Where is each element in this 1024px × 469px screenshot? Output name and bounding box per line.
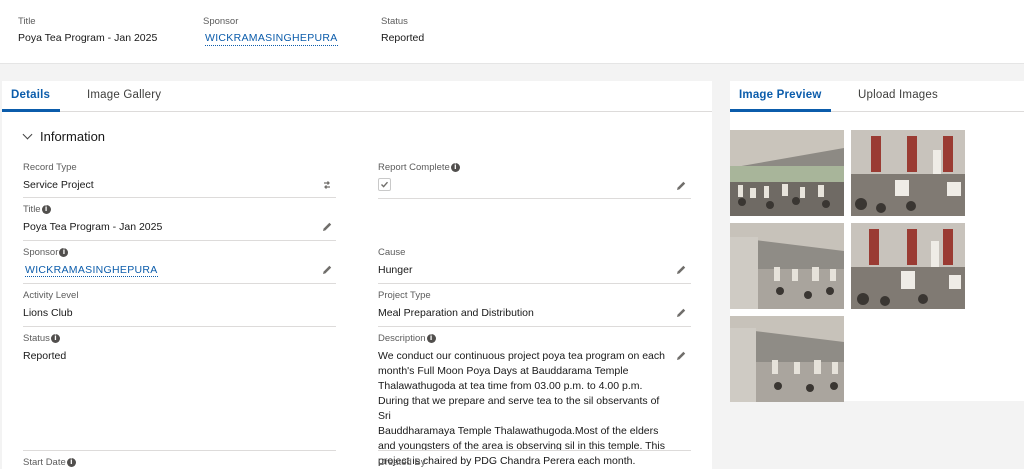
header-title-label: Title xyxy=(18,16,36,27)
image-tabs: Image Preview Upload Images xyxy=(730,81,1024,112)
pencil-icon[interactable] xyxy=(675,180,687,192)
field-status: Status i Reported xyxy=(23,332,336,451)
activity-level-value: Lions Club xyxy=(23,307,73,319)
pencil-icon[interactable] xyxy=(675,264,687,276)
tab-image-gallery[interactable]: Image Gallery xyxy=(87,89,161,101)
gallery-image-5[interactable] xyxy=(730,316,844,402)
activity-level-label: Activity Level xyxy=(23,289,79,301)
switch-icon[interactable] xyxy=(321,179,333,191)
gallery-image-2[interactable] xyxy=(851,130,965,216)
check-icon xyxy=(381,181,389,188)
header-status-value: Reported xyxy=(381,32,425,44)
pencil-icon[interactable] xyxy=(321,264,333,276)
info-icon[interactable]: i xyxy=(41,204,51,214)
header-status-field: Status Reported xyxy=(381,16,424,44)
record-type-value: Service Project xyxy=(23,179,94,191)
report-complete-checkbox[interactable] xyxy=(378,178,391,191)
info-icon[interactable]: i xyxy=(59,247,69,257)
details-panel: Details Image Gallery Information Record… xyxy=(2,81,712,469)
description-value: We conduct our continuous project poya t… xyxy=(378,350,665,467)
report-complete-label: Report Complete xyxy=(378,161,450,173)
pencil-icon[interactable] xyxy=(321,221,333,233)
gallery-image-1[interactable] xyxy=(730,130,844,216)
active-tab-indicator xyxy=(2,109,60,112)
header-title-field: Title Poya Tea Program - Jan 2025 xyxy=(18,16,157,44)
project-type-value: Meal Preparation and Distribution xyxy=(378,307,534,319)
chevron-down-icon xyxy=(22,129,33,140)
field-record-type: Record Type Service Project xyxy=(23,161,336,198)
field-title: Title i Poya Tea Program - Jan 2025 xyxy=(23,203,336,241)
field-description: Description i We conduct our continuous p… xyxy=(378,332,691,469)
project-type-label: Project Type xyxy=(378,289,431,301)
tab-details[interactable]: Details xyxy=(11,89,50,101)
header-status-label: Status xyxy=(381,16,408,27)
gallery-image-4[interactable] xyxy=(851,223,965,309)
start-date-label: Start Date xyxy=(23,456,66,468)
info-icon[interactable]: i xyxy=(426,333,436,343)
section-title: Information xyxy=(40,129,106,144)
detail-tabs: Details Image Gallery xyxy=(2,81,712,112)
info-icon[interactable]: i xyxy=(50,333,60,343)
info-icon[interactable]: i xyxy=(450,162,460,172)
created-by-label: Created By xyxy=(378,456,426,468)
pencil-icon[interactable] xyxy=(675,350,687,362)
field-created-by: Created By xyxy=(378,456,691,468)
sponsor-label: Sponsor xyxy=(23,246,59,258)
gallery-image-3[interactable] xyxy=(730,223,844,309)
field-project-type: Project Type Meal Preparation and Distri… xyxy=(378,289,691,327)
status-label: Status xyxy=(23,332,50,344)
title-value: Poya Tea Program - Jan 2025 xyxy=(23,221,163,233)
field-report-complete: Report Complete i xyxy=(378,161,691,199)
field-cause: Cause Hunger xyxy=(378,246,691,284)
record-type-label: Record Type xyxy=(23,161,77,173)
tab-upload-images[interactable]: Upload Images xyxy=(858,89,938,101)
cause-label: Cause xyxy=(378,246,406,258)
header-sponsor-link[interactable]: WICKRAMASINGHEPURA xyxy=(205,32,338,46)
pencil-icon[interactable] xyxy=(675,307,687,319)
sponsor-link[interactable]: WICKRAMASINGHEPURA xyxy=(25,264,158,277)
header-sponsor-label: Sponsor xyxy=(203,16,239,27)
header-title-value: Poya Tea Program - Jan 2025 xyxy=(18,32,158,44)
cause-value: Hunger xyxy=(378,264,413,276)
info-icon[interactable]: i xyxy=(66,457,76,467)
section-toggle-information[interactable]: Information xyxy=(22,129,105,144)
active-tab-indicator xyxy=(730,109,831,112)
image-panel: Image Preview Upload Images xyxy=(730,81,1024,402)
record-header: Title Poya Tea Program - Jan 2025 Sponso… xyxy=(0,0,1024,64)
field-activity-level: Activity Level Lions Club xyxy=(23,289,336,327)
field-start-date: Start Date i xyxy=(23,456,336,468)
header-sponsor-field: Sponsor WICKRAMASINGHEPURA xyxy=(203,16,338,46)
tab-image-preview[interactable]: Image Preview xyxy=(739,89,822,101)
field-sponsor: Sponsor i WICKRAMASINGHEPURA xyxy=(23,246,336,284)
description-label: Description xyxy=(378,332,426,344)
title-label: Title xyxy=(23,203,41,215)
status-value: Reported xyxy=(23,350,67,362)
